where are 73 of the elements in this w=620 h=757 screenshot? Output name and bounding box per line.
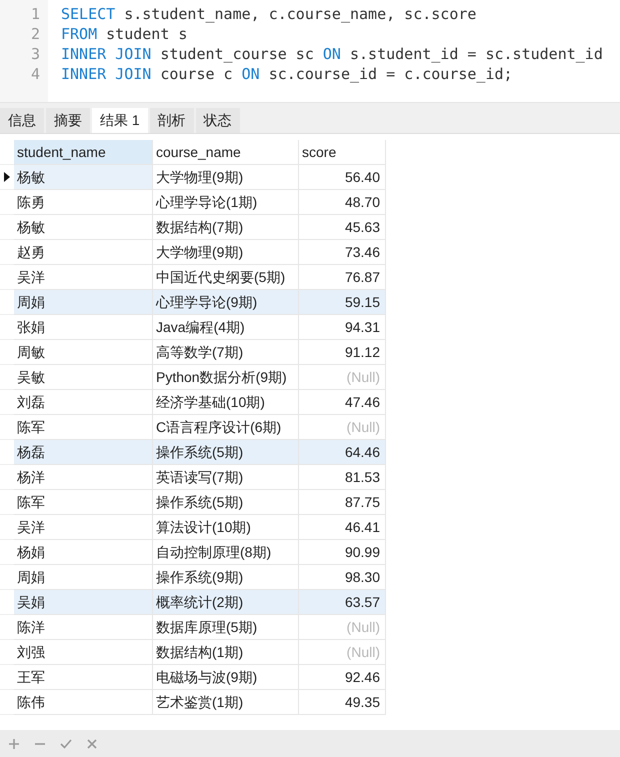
table-cell: 英语读写(7期): [153, 465, 299, 490]
table-cell: 刘磊: [14, 390, 153, 415]
result-tab[interactable]: 结果 1: [92, 108, 148, 133]
table-cell: (Null): [299, 615, 386, 640]
table-cell: 自动控制原理(8期): [153, 540, 299, 565]
table-cell: 49.35: [299, 690, 386, 715]
table-cell: 心理学导论(9期): [153, 290, 299, 315]
table-cell: 杨敏: [14, 165, 153, 190]
table-cell: Java编程(4期): [153, 315, 299, 340]
table-cell: 心理学导论(1期): [153, 190, 299, 215]
table-cell: (Null): [299, 365, 386, 390]
table-cell: 操作系统(5期): [153, 440, 299, 465]
table-cell: 92.46: [299, 665, 386, 690]
table-cell: 数据库原理(5期): [153, 615, 299, 640]
table-cell: 陈伟: [14, 690, 153, 715]
table-cell: (Null): [299, 640, 386, 665]
table-cell: 杨磊: [14, 440, 153, 465]
line-number: 2: [30, 24, 41, 44]
column-header[interactable]: student_name: [14, 140, 153, 165]
table-cell: 陈洋: [14, 615, 153, 640]
table-cell: 杨敏: [14, 215, 153, 240]
table-cell: 张娟: [14, 315, 153, 340]
result-tab[interactable]: 状态: [196, 108, 240, 133]
result-tab[interactable]: 信息: [0, 108, 44, 133]
table-cell: 48.70: [299, 190, 386, 215]
table-cell: 操作系统(5期): [153, 490, 299, 515]
column-header[interactable]: course_name: [153, 140, 299, 165]
table-cell: 81.53: [299, 465, 386, 490]
column-header[interactable]: score: [299, 140, 386, 165]
table-cell: 45.63: [299, 215, 386, 240]
table-cell: 63.57: [299, 590, 386, 615]
table-cell: 杨洋: [14, 465, 153, 490]
table-cell: 94.31: [299, 315, 386, 340]
table-cell: 电磁场与波(9期): [153, 665, 299, 690]
table-cell: 陈勇: [14, 190, 153, 215]
table-cell: 47.46: [299, 390, 386, 415]
table-cell: Python数据分析(9期): [153, 365, 299, 390]
code-line: FROM student s: [61, 24, 188, 44]
table-cell: 高等数学(7期): [153, 340, 299, 365]
result-tab[interactable]: 剖析: [150, 108, 194, 133]
table-cell: 赵勇: [14, 240, 153, 265]
table-cell: 大学物理(9期): [153, 240, 299, 265]
table-cell: 59.15: [299, 290, 386, 315]
table-cell: 91.12: [299, 340, 386, 365]
table-cell: 周敏: [14, 340, 153, 365]
table-cell: 陈军: [14, 490, 153, 515]
table-cell: 87.75: [299, 490, 386, 515]
table-cell: 算法设计(10期): [153, 515, 299, 540]
table-cell: 吴娟: [14, 590, 153, 615]
table-cell: 艺术鉴赏(1期): [153, 690, 299, 715]
line-number: 3: [30, 44, 41, 64]
table-cell: 刘强: [14, 640, 153, 665]
table-cell: 王军: [14, 665, 153, 690]
table-cell: 数据结构(7期): [153, 215, 299, 240]
table-cell: 吴洋: [14, 515, 153, 540]
table-cell: 90.99: [299, 540, 386, 565]
table-cell: 概率统计(2期): [153, 590, 299, 615]
table-cell: 数据结构(1期): [153, 640, 299, 665]
code-line: INNER JOIN student_course sc ON s.student_id = sc.student_id: [61, 44, 603, 64]
table-cell: 大学物理(9期): [153, 165, 299, 190]
code-line: SELECT s.student_name, c.course_name, sc.score: [61, 4, 478, 24]
line-number: 4: [30, 64, 41, 84]
table-cell: 周娟: [14, 290, 153, 315]
table-cell: 46.41: [299, 515, 386, 540]
line-number: 1: [30, 4, 41, 24]
table-cell: 杨娟: [14, 540, 153, 565]
result-tab[interactable]: 摘要: [46, 108, 90, 133]
table-cell: 经济学基础(10期): [153, 390, 299, 415]
table-cell: 73.46: [299, 240, 386, 265]
code-line: INNER JOIN course c ON sc.course_id = c.course_id;: [61, 64, 514, 84]
table-cell: 56.40: [299, 165, 386, 190]
table-cell: 64.46: [299, 440, 386, 465]
table-cell: 吴敏: [14, 365, 153, 390]
